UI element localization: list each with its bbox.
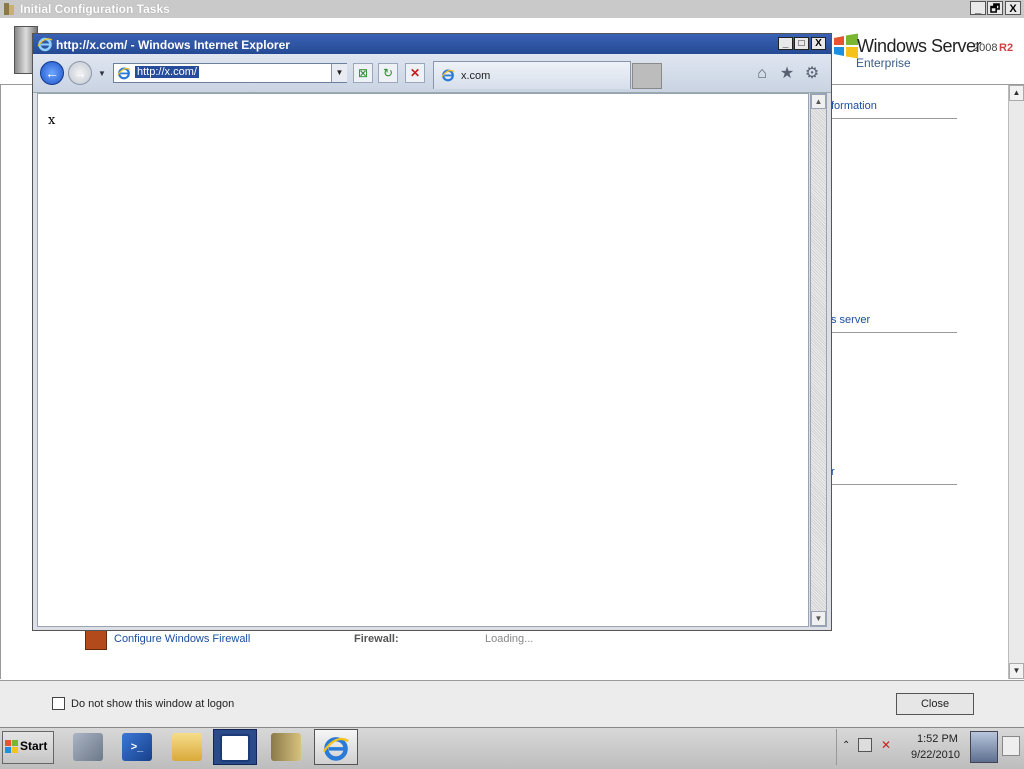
windows-server-version: 2008 — [973, 42, 998, 54]
taskbar-windows-explorer[interactable] — [165, 729, 209, 765]
clock-date[interactable]: 9/22/2010 — [911, 749, 960, 761]
taskbar-initial-configuration-tasks[interactable] — [264, 729, 308, 765]
internet-explorer-icon — [322, 737, 349, 761]
ie-close-button[interactable]: X — [811, 37, 826, 50]
scroll-down-arrow-icon[interactable]: ▼ — [1009, 663, 1024, 679]
section-divider — [831, 484, 957, 485]
page-body-text: x — [48, 113, 56, 128]
section-divider — [831, 332, 957, 333]
page-ie-icon — [117, 67, 131, 80]
config-tasks-title: Initial Configuration Tasks — [20, 2, 170, 16]
ie-minimize-button[interactable]: _ — [778, 37, 793, 50]
stop-icon[interactable]: ✕ — [405, 63, 425, 83]
user-avatar-icon[interactable] — [970, 731, 998, 763]
config-tasks-close-button[interactable]: X — [1005, 1, 1021, 15]
taskbar-active-window[interactable] — [213, 729, 257, 765]
partial-link-information[interactable]: formation — [831, 100, 877, 112]
compat-view-icon[interactable]: ⊠ — [353, 63, 373, 83]
show-hidden-icons-icon[interactable]: ⌃ — [842, 740, 850, 751]
ie-window: http://x.com/ - Windows Internet Explore… — [32, 33, 832, 631]
tab-ie-icon — [441, 69, 455, 82]
firewall-status-value: Loading... — [485, 633, 534, 645]
ie-page-scrollbar[interactable]: ▲ ▼ — [810, 93, 827, 627]
refresh-icon[interactable]: ↻ — [378, 63, 398, 83]
taskbar-powershell[interactable]: >_ — [115, 729, 159, 765]
volume-muted-icon[interactable]: ✕ — [879, 738, 893, 752]
ie-scroll-up-arrow-icon[interactable]: ▲ — [811, 94, 826, 109]
start-label: Start — [20, 739, 48, 753]
favorites-star-icon[interactable]: ★ — [778, 65, 796, 83]
new-tab-button[interactable] — [632, 63, 662, 89]
partial-link-server[interactable]: s server — [831, 314, 870, 326]
clock-time[interactable]: 1:52 PM — [917, 733, 958, 745]
windows-server-brand: Windows Server — [857, 36, 982, 56]
tab-label: x.com — [461, 70, 491, 82]
do-not-show-checkbox[interactable] — [52, 697, 65, 710]
do-not-show-label[interactable]: Do not show this window at logon — [71, 698, 234, 710]
config-tasks-scrollbar[interactable]: ▲ ▼ — [1008, 85, 1024, 679]
configure-firewall-link[interactable]: Configure Windows Firewall — [114, 633, 250, 645]
scroll-up-arrow-icon[interactable]: ▲ — [1009, 85, 1024, 101]
forward-icon[interactable]: → — [68, 61, 92, 85]
taskbar-server-manager[interactable] — [66, 729, 110, 765]
history-dropdown-icon[interactable]: ▼ — [97, 69, 107, 79]
home-icon[interactable]: ⌂ — [753, 65, 771, 83]
configuration-tasks-icon — [271, 733, 301, 761]
section-divider — [831, 118, 957, 119]
tools-gear-icon[interactable]: ⚙ — [803, 65, 821, 83]
firewall-label: Firewall: — [354, 633, 399, 645]
windows-server-edition: Enterprise — [856, 56, 911, 70]
connection-icon[interactable] — [1002, 736, 1020, 756]
config-tasks-restore-button[interactable]: 🗗 — [987, 1, 1003, 15]
config-tasks-minimize-button[interactable]: _ — [970, 1, 986, 15]
ie-title: http://x.com/ - Windows Internet Explore… — [56, 38, 290, 52]
address-dropdown-icon[interactable]: ▼ — [331, 64, 347, 82]
back-icon[interactable]: ← — [40, 61, 64, 85]
taskbar-internet-explorer[interactable] — [314, 729, 358, 765]
ie-page-content — [37, 93, 809, 627]
ie-maximize-button[interactable]: □ — [794, 37, 809, 50]
folder-icon — [172, 733, 202, 761]
powershell-icon: >_ — [122, 733, 152, 761]
ie-scroll-down-arrow-icon[interactable]: ▼ — [811, 611, 826, 626]
window-icon — [220, 734, 250, 762]
close-button[interactable]: Close — [896, 693, 974, 715]
firewall-icon — [85, 630, 107, 650]
address-input[interactable]: http://x.com/ — [135, 66, 199, 78]
server-manager-icon — [73, 733, 103, 761]
windows-flag-icon — [5, 740, 18, 753]
config-tasks-icon — [4, 3, 14, 15]
ie-logo-icon — [37, 37, 53, 52]
windows-server-r2: R2 — [999, 42, 1014, 54]
network-icon[interactable] — [858, 738, 872, 752]
